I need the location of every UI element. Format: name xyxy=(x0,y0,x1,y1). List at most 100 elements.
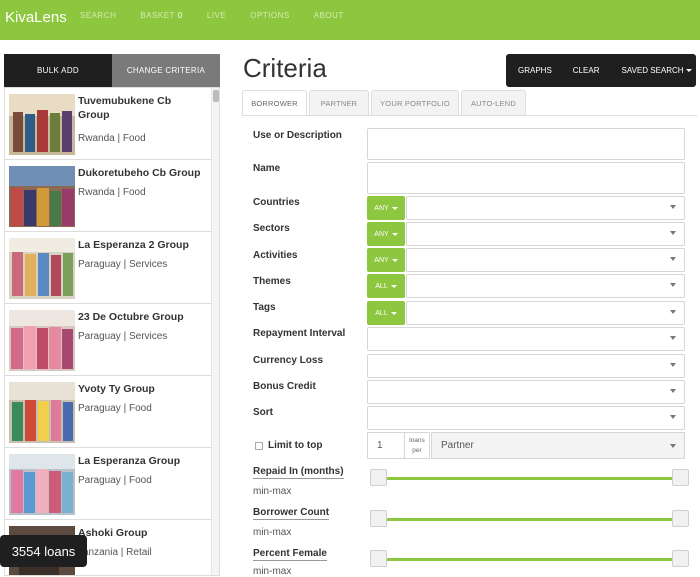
loan-meta: Rwanda | Food xyxy=(78,187,146,198)
activities-select[interactable] xyxy=(406,248,685,272)
list-item[interactable]: Dukoretubeho Cb Group Rwanda | Food xyxy=(5,160,219,232)
loan-meta: Tanzania | Retail xyxy=(78,547,152,558)
nav-basket-label: BASKET xyxy=(140,11,175,20)
repaid-in-value: min-max xyxy=(253,486,292,497)
list-item[interactable]: 23 De Octubre Group Paraguay | Services xyxy=(5,304,219,376)
nav-options[interactable]: OPTIONS xyxy=(250,11,290,20)
loan-meta: Paraguay | Food xyxy=(78,403,152,414)
countries-select[interactable] xyxy=(406,196,685,220)
countries-mode-button[interactable]: ANY xyxy=(367,196,405,220)
percent-female-value: min-max xyxy=(253,566,292,577)
borrower-count-label: Borrower Count xyxy=(253,507,330,520)
limit-checkbox[interactable] xyxy=(255,442,263,450)
borrower-count-value: min-max xyxy=(253,527,292,538)
loan-list[interactable]: Tuvemubukene Cb Group Rwanda | Food Duko… xyxy=(4,87,220,576)
repaid-in-slider-track[interactable] xyxy=(378,477,680,480)
chevron-down-icon xyxy=(670,231,676,235)
loan-photo xyxy=(9,382,75,443)
nav-links: SEARCH BASKET 0 LIVE OPTIONS ABOUT xyxy=(80,11,368,20)
list-item[interactable]: Yvoty Ty Group Paraguay | Food xyxy=(5,376,219,448)
nav-basket[interactable]: BASKET 0 xyxy=(140,11,183,20)
list-item[interactable]: Tuvemubukene Cb Group Rwanda | Food xyxy=(5,88,219,160)
chevron-down-icon xyxy=(670,257,676,261)
loan-photo xyxy=(9,166,75,227)
left-toolbar: BULK ADD CHANGE CRITERIA xyxy=(4,54,220,87)
activities-label: Activities xyxy=(253,250,298,261)
loan-name: Ashoki Group xyxy=(78,527,148,539)
tags-label: Tags xyxy=(253,302,276,313)
chevron-down-icon xyxy=(670,283,676,287)
nav-about[interactable]: ABOUT xyxy=(314,11,344,20)
tab-borrower[interactable]: BORROWER xyxy=(242,90,307,116)
use-input[interactable] xyxy=(367,128,685,160)
repaid-in-label: Repaid In (months) xyxy=(253,466,344,479)
chevron-down-icon xyxy=(391,258,398,262)
tags-select[interactable] xyxy=(406,301,685,325)
name-input[interactable] xyxy=(367,162,685,194)
borrower-count-slider-track[interactable] xyxy=(378,518,680,521)
limit-per-value: Partner xyxy=(441,440,474,451)
nav-live[interactable]: LIVE xyxy=(207,11,226,20)
percent-female-max-handle[interactable] xyxy=(672,550,689,567)
loan-meta: Paraguay | Food xyxy=(78,475,152,486)
activities-mode-button[interactable]: ANY xyxy=(367,248,405,272)
percent-female-min-handle[interactable] xyxy=(370,550,387,567)
percent-female-slider-track[interactable] xyxy=(378,558,680,561)
percent-female-label: Percent Female xyxy=(253,548,327,561)
repaid-in-max-handle[interactable] xyxy=(672,469,689,486)
chevron-down-icon xyxy=(390,311,397,315)
loan-name: 23 De Octubre Group xyxy=(78,311,184,323)
tab-your-portfolio[interactable]: YOUR PORTFOLIO xyxy=(371,90,459,116)
bonus-credit-label: Bonus Credit xyxy=(253,381,316,392)
loan-photo xyxy=(9,238,75,299)
themes-select[interactable] xyxy=(406,274,685,298)
list-item[interactable]: La Esperanza 2 Group Paraguay | Services xyxy=(5,232,219,304)
loan-name: Yvoty Ty Group xyxy=(78,383,155,395)
sort-select[interactable] xyxy=(367,406,685,430)
limit-per-select[interactable]: Partner xyxy=(431,432,685,459)
limit-number-input[interactable]: 1 xyxy=(367,432,405,459)
loan-photo xyxy=(9,310,75,371)
tab-partner[interactable]: PARTNER xyxy=(309,90,369,116)
chevron-down-icon xyxy=(391,232,398,236)
borrower-count-max-handle[interactable] xyxy=(672,510,689,527)
chevron-down-icon xyxy=(670,205,676,209)
chevron-down-icon xyxy=(670,363,676,367)
currency-loss-select[interactable] xyxy=(367,354,685,378)
nav-search[interactable]: SEARCH xyxy=(80,11,116,20)
loan-photo xyxy=(9,94,75,155)
sectors-select[interactable] xyxy=(406,222,685,246)
chevron-down-icon xyxy=(670,336,676,340)
themes-label: Themes xyxy=(253,276,291,287)
bonus-credit-select[interactable] xyxy=(367,380,685,404)
change-criteria-button[interactable]: CHANGE CRITERIA xyxy=(112,54,220,87)
loan-name: La Esperanza 2 Group xyxy=(78,239,189,251)
sectors-mode-button[interactable]: ANY xyxy=(367,222,405,246)
loan-name: Tuvemubukene Cb Group xyxy=(78,95,172,121)
clear-button[interactable]: CLEAR xyxy=(573,66,600,75)
criteria-toolbar: GRAPHS CLEAR SAVED SEARCH xyxy=(506,54,696,87)
repaid-in-min-handle[interactable] xyxy=(370,469,387,486)
borrower-count-min-handle[interactable] xyxy=(370,510,387,527)
bulk-add-button[interactable]: BULK ADD xyxy=(4,54,112,87)
limit-label: Limit to top xyxy=(268,440,323,451)
graphs-button[interactable]: GRAPHS xyxy=(518,66,552,75)
loan-photo xyxy=(9,454,75,515)
sort-label: Sort xyxy=(253,407,273,418)
chevron-down-icon xyxy=(670,444,676,448)
repayment-interval-select[interactable] xyxy=(367,327,685,351)
tags-mode-button[interactable]: ALL xyxy=(367,301,405,325)
themes-mode-button[interactable]: ALL xyxy=(367,274,405,298)
loan-count-badge: 3554 loans xyxy=(0,535,87,567)
top-navbar: KivaLens SEARCH BASKET 0 LIVE OPTIONS ABO… xyxy=(0,0,700,40)
brand-logo[interactable]: KivaLens xyxy=(5,9,67,26)
scrollbar-thumb[interactable] xyxy=(213,90,219,102)
basket-count: 0 xyxy=(177,11,183,20)
saved-search-button[interactable]: SAVED SEARCH xyxy=(621,66,692,75)
tab-auto-lend[interactable]: AUTO-LEND xyxy=(461,90,526,116)
list-scrollbar[interactable] xyxy=(211,88,219,575)
saved-search-label: SAVED SEARCH xyxy=(621,66,684,75)
loan-name: Dukoretubeho Cb Group xyxy=(78,167,201,179)
name-label: Name xyxy=(253,163,281,174)
list-item[interactable]: La Esperanza Group Paraguay | Food xyxy=(5,448,219,520)
